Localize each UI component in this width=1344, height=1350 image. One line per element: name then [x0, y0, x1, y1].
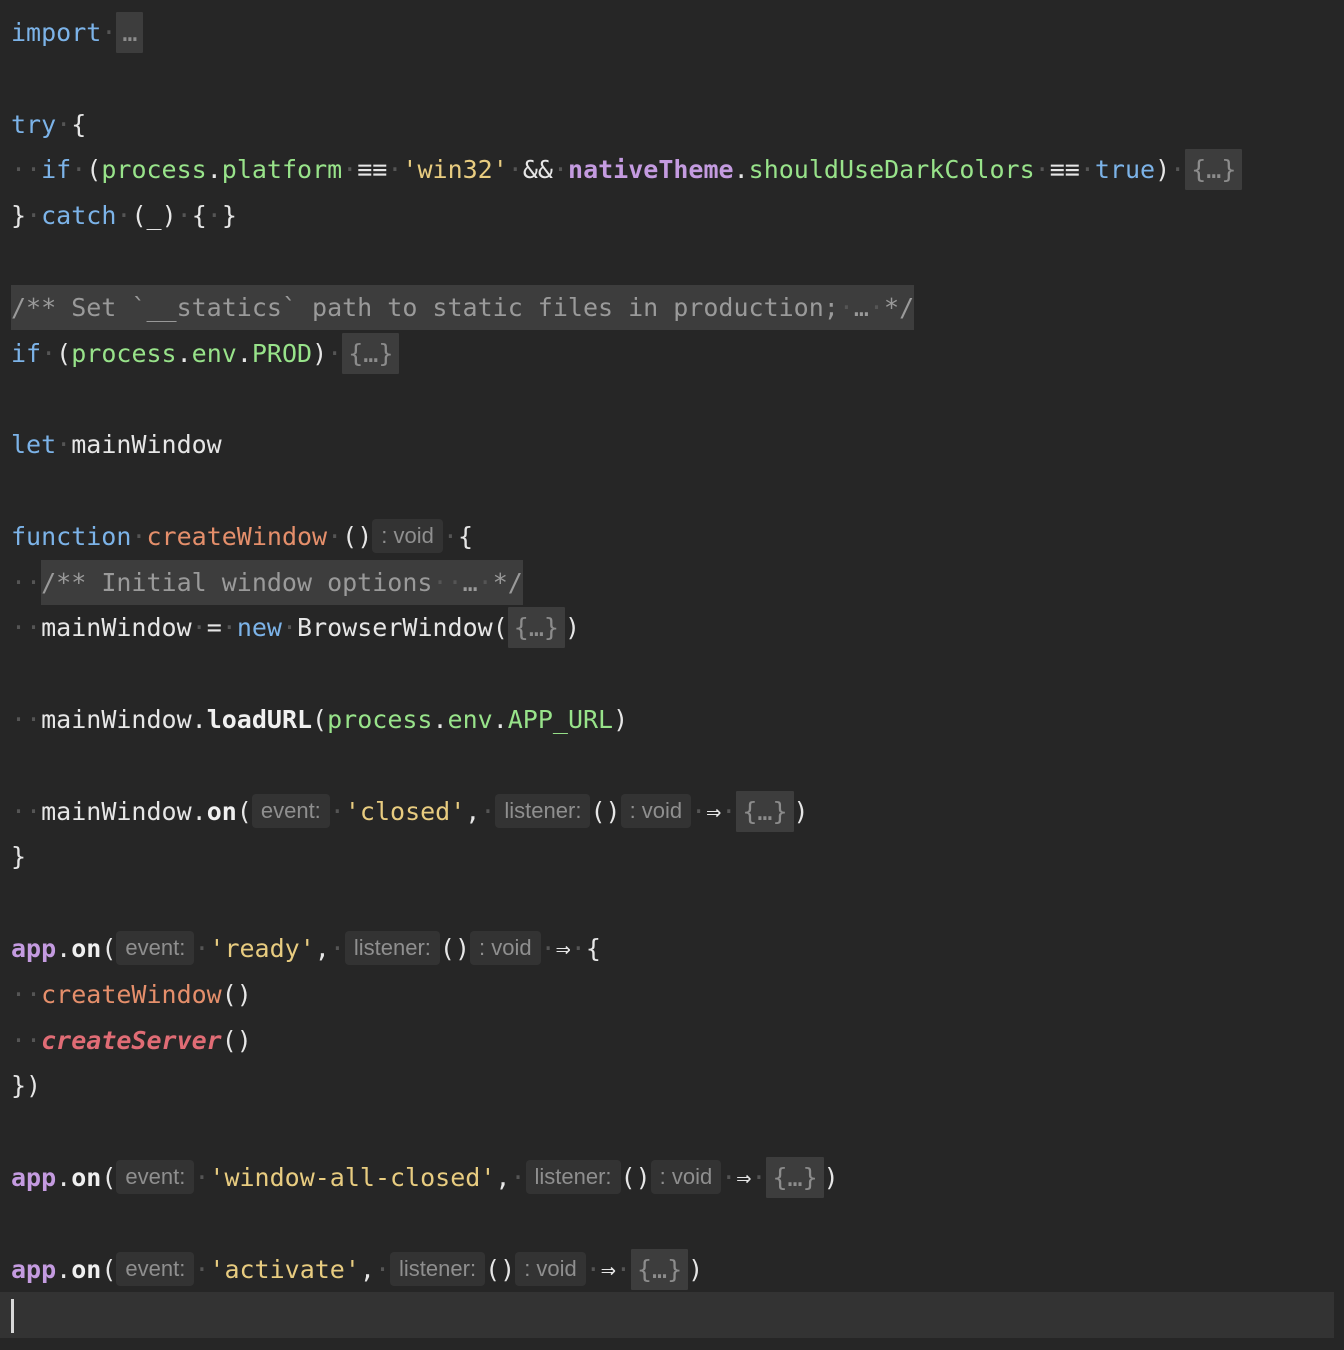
fold-placeholder-block[interactable]: {…}: [766, 1156, 824, 1198]
string-ready: 'ready': [209, 933, 315, 963]
code-line: }: [11, 842, 27, 872]
method-load-url: loadURL: [206, 704, 313, 734]
code-line: ··createWindow(): [11, 979, 252, 1009]
code-line: ··mainWindow·=·new·BrowserWindow({…}): [11, 605, 1344, 651]
identifier-native-theme: nativeTheme: [568, 155, 734, 185]
code-line: ··if·(process.platform·≡≡·'win32'·&&·nat…: [11, 147, 1344, 193]
identifier-app: app: [11, 933, 57, 963]
code-line: ··/** Initial window options··…·*/: [11, 559, 1344, 606]
keyword-import: import: [11, 18, 102, 47]
folded-comment-statics[interactable]: /** Set `__statics` path to static files…: [11, 284, 915, 330]
current-line[interactable]: [0, 1292, 1334, 1339]
inlay-hint-return-type: : void: [470, 930, 541, 965]
empty-line: [11, 1109, 1344, 1155]
empty-line: [11, 880, 1344, 926]
empty-line: [11, 651, 1344, 697]
keyword-new: new: [236, 613, 282, 643]
code-line: function·createWindow·(): void ·{: [11, 514, 1344, 560]
code-line: app.on(event: ·'activate',· listener:(): v…: [11, 1247, 1344, 1293]
string-closed: 'closed': [344, 796, 466, 826]
code-line: ··mainWindow.loadURL(process.env.APP_URL…: [11, 704, 629, 734]
fold-placeholder-block[interactable]: {…}: [342, 332, 400, 374]
string-win32: 'win32': [402, 155, 508, 185]
empty-line: [11, 56, 1344, 102]
method-on: on: [206, 796, 237, 826]
inlay-hint-param-listener: listener:: [390, 1251, 486, 1286]
code-line: app.on(event: ·'window-all-closed',· liste…: [11, 1155, 1344, 1201]
code-line: ··createServer(): [11, 1025, 252, 1055]
keyword-catch: catch: [41, 201, 117, 231]
identifier-prod: PROD: [251, 338, 313, 368]
string-activate: 'activate': [209, 1254, 360, 1284]
fold-placeholder-block[interactable]: {…}: [736, 790, 794, 832]
inlay-hint-param-listener: listener:: [344, 930, 440, 965]
code-line: if·(process.env.PROD)· {…}: [11, 331, 1344, 377]
keyword-function: function: [11, 521, 132, 551]
inlay-hint-return-type: : void: [515, 1251, 586, 1286]
inlay-hint-param-listener: listener:: [495, 793, 591, 828]
empty-line: [11, 239, 1344, 285]
code-line: }·catch·(_)·{·}: [11, 201, 237, 231]
call-create-window: createWindow: [41, 979, 222, 1009]
inlay-hint-param-event: event:: [116, 1251, 195, 1286]
code-line: /** Set `__statics` path to static files…: [11, 284, 1344, 331]
fold-placeholder-object[interactable]: {…}: [507, 607, 565, 649]
keyword-true: true: [1094, 155, 1156, 185]
code-editor[interactable]: import·… try·{ ··if·(process.platform·≡≡…: [0, 0, 1344, 1350]
fold-placeholder-block[interactable]: {…}: [630, 1248, 689, 1290]
inlay-hint-param-event: event:: [116, 1159, 195, 1194]
identifier-process: process: [101, 155, 207, 185]
code-line: ··mainWindow.on(event: ·'closed',· listene…: [11, 789, 1344, 835]
code-line: let·mainWindow: [11, 430, 222, 460]
identifier-main-window: mainWindow: [71, 430, 222, 460]
keyword-if: if: [11, 338, 42, 368]
inlay-hint-param-listener: listener:: [525, 1159, 621, 1194]
code-line: }): [11, 1071, 42, 1101]
empty-line: [11, 1201, 1344, 1247]
identifier-app-url: APP_URL: [507, 704, 614, 734]
identifier-browser-window: BrowserWindow: [297, 613, 493, 643]
inlay-hint-return-type: : void: [372, 518, 443, 553]
inlay-hint-return-type: : void: [650, 1159, 722, 1194]
keyword-try: try: [11, 109, 57, 139]
string-window-all-closed: 'window-all-closed': [209, 1162, 496, 1192]
fold-placeholder-block[interactable]: {…}: [1185, 149, 1243, 191]
keyword-let: let: [11, 430, 57, 460]
code-line: import·…: [11, 10, 1344, 56]
folded-comment-initial-options[interactable]: /** Initial window options··…·*/: [41, 559, 523, 605]
keyword-if: if: [41, 155, 72, 185]
empty-line: [11, 468, 1344, 514]
inlay-hint-return-type: : void: [620, 793, 692, 828]
text-cursor: [11, 1299, 14, 1334]
inlay-hint-param-event: event:: [116, 930, 195, 965]
code-line: app.on(event: ·'ready',· listener:(): void…: [11, 926, 1344, 972]
inlay-hint-param-event: event:: [251, 793, 330, 828]
empty-line: [11, 743, 1344, 789]
identifier-platform: platform: [221, 155, 343, 185]
fold-placeholder-imports[interactable]: …: [116, 12, 144, 53]
call-create-server: createServer: [41, 1025, 222, 1055]
identifier-should-use-dark-colors: shouldUseDarkColors: [748, 155, 1035, 185]
function-name-create-window: createWindow: [146, 521, 328, 551]
code-line: try·{: [11, 109, 87, 139]
empty-line: [11, 376, 1344, 422]
